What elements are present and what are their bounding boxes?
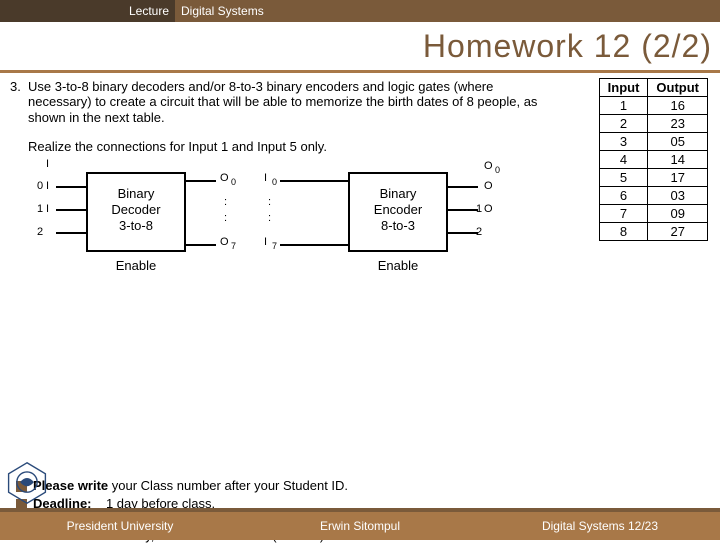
io-table: Input Output 116 223 305 414 517 603 709…	[599, 78, 708, 241]
footer-mid: Erwin Sitompul	[240, 519, 480, 533]
title-bar: Homework 12 (2/2)	[0, 22, 720, 70]
wire	[56, 209, 86, 211]
block-line: 3-to-8	[88, 218, 184, 234]
pin-sub: 0	[231, 177, 236, 187]
wire	[280, 244, 348, 246]
note-text: Please write your Class number after you…	[33, 478, 348, 494]
wire	[448, 232, 478, 234]
pin-sub: 0	[272, 177, 277, 187]
pin-sub: 0	[37, 180, 43, 192]
block-line: Binary	[88, 186, 184, 202]
block-line: 8-to-3	[350, 218, 446, 234]
table-row: 517	[599, 169, 707, 187]
table-row: 603	[599, 187, 707, 205]
encoder-block: Binary Encoder 8-to-3	[348, 172, 448, 252]
university-logo-icon	[4, 460, 50, 506]
circuit-diagram: I 0 I 1 I 2 Binary Decoder 3-to-8 O 0 : …	[28, 158, 548, 298]
footer-right: Digital Systems 12/23	[480, 519, 720, 533]
table-header-row: Input Output	[599, 79, 707, 97]
pin-sub: 1	[37, 203, 43, 215]
table-row: 305	[599, 133, 707, 151]
pin-dots: :	[268, 212, 271, 224]
table-row: 414	[599, 151, 707, 169]
pin-sub: 7	[272, 241, 277, 251]
wire	[186, 244, 216, 246]
pin-label: I	[46, 203, 49, 215]
table-row: 709	[599, 205, 707, 223]
pin-label: I	[46, 158, 49, 170]
pin-label: O	[484, 160, 493, 172]
block-line: Binary	[350, 186, 446, 202]
pin-label: O	[220, 236, 229, 248]
pin-label: I	[46, 180, 49, 192]
wire	[186, 180, 216, 182]
table-row: 827	[599, 223, 707, 241]
table-head-input: Input	[599, 79, 648, 97]
wire	[56, 232, 86, 234]
wire	[56, 186, 86, 188]
pin-label: O	[484, 203, 493, 215]
block-line: Encoder	[350, 202, 446, 218]
pin-dots: :	[268, 196, 271, 208]
pin-label: I	[264, 236, 267, 248]
footer: President University Erwin Sitompul Digi…	[0, 512, 720, 540]
lecture-label: Lecture	[0, 0, 175, 22]
pin-sub: 2	[476, 226, 482, 238]
table-row: 116	[599, 97, 707, 115]
problem-number: 3.	[10, 79, 28, 125]
pin-dots: :	[224, 212, 227, 224]
decoder-block: Binary Decoder 3-to-8	[86, 172, 186, 252]
wire	[448, 186, 478, 188]
enable-label-encoder: Enable	[348, 258, 448, 273]
top-bar: Lecture Digital Systems	[0, 0, 720, 22]
pin-label: O	[484, 180, 493, 192]
pin-sub: 1	[476, 203, 482, 215]
pin-sub: 7	[231, 241, 236, 251]
footer-left: President University	[0, 519, 240, 533]
pin-dots: :	[224, 196, 227, 208]
wire	[448, 209, 478, 211]
pin-sub: 2	[37, 226, 43, 238]
enable-label-decoder: Enable	[86, 258, 186, 273]
table-row: 223	[599, 115, 707, 133]
pin-label: I	[264, 172, 267, 184]
course-name: Digital Systems	[175, 0, 720, 22]
note-row: Please write your Class number after you…	[10, 478, 710, 494]
page-title: Homework 12 (2/2)	[423, 28, 712, 65]
pin-label: O	[220, 172, 229, 184]
wire	[280, 180, 348, 182]
pin-sub: 0	[495, 165, 500, 175]
block-line: Decoder	[88, 202, 184, 218]
table-head-output: Output	[648, 79, 708, 97]
